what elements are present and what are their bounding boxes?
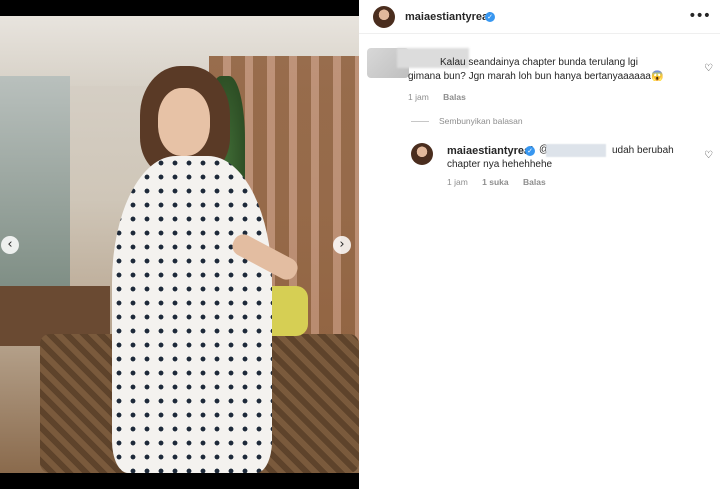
more-horizontal-icon[interactable]: ••• xyxy=(688,8,711,24)
avatar[interactable] xyxy=(373,6,395,28)
chevron-left-icon[interactable]: ‹ xyxy=(1,236,19,254)
comment-time[interactable]: 1 jam xyxy=(408,92,429,102)
verified-badge-icon: ✓ xyxy=(485,12,495,22)
post-username[interactable]: maiaestiantyreal xyxy=(405,11,491,23)
reply-likes[interactable]: 1 suka xyxy=(482,177,508,187)
comment-text: Kalau seandainya chapter bunda terulang … xyxy=(408,56,668,84)
hide-replies-label[interactable]: Sembunyikan balasan xyxy=(439,116,523,126)
comment-line-2: gimana bun? Jgn marah loh bun hanya bert… xyxy=(408,71,664,82)
post-header: maiaestiantyreal ✓ ••• xyxy=(359,0,720,34)
reply-reply-button[interactable]: Balas xyxy=(523,177,546,187)
reply-line-2: chapter nya hehehhehe xyxy=(447,159,553,170)
mention-username-blurred[interactable] xyxy=(546,144,606,157)
reply-meta: 1 jam 1 suka Balas xyxy=(447,177,558,187)
reply-line-1: udah berubah xyxy=(612,145,674,156)
heart-icon[interactable]: ♡ xyxy=(704,150,713,161)
reply-button[interactable]: Balas xyxy=(443,92,466,102)
comment-line-1: Kalau seandainya chapter bunda terulang … xyxy=(440,57,638,68)
post-media: ‹ › xyxy=(0,0,359,489)
photo-face xyxy=(158,88,210,156)
divider-line xyxy=(411,121,429,123)
verified-badge-icon: ✓ xyxy=(525,146,535,156)
hide-replies-button[interactable]: Sembunyikan balasan xyxy=(411,116,523,126)
comment-meta: 1 jam Balas xyxy=(408,92,478,102)
photo-dress xyxy=(112,156,272,473)
comments-panel: maiaestiantyreal ✓ ••• Kalau seandainya … xyxy=(359,0,720,489)
photo-window xyxy=(0,76,70,306)
heart-icon[interactable]: ♡ xyxy=(704,63,713,74)
reply-time[interactable]: 1 jam xyxy=(447,177,468,187)
reply-username[interactable]: maiaestiantyreal xyxy=(447,145,533,157)
reply-avatar[interactable] xyxy=(411,143,433,165)
post-photo xyxy=(0,16,359,473)
chevron-right-icon[interactable]: › xyxy=(333,236,351,254)
